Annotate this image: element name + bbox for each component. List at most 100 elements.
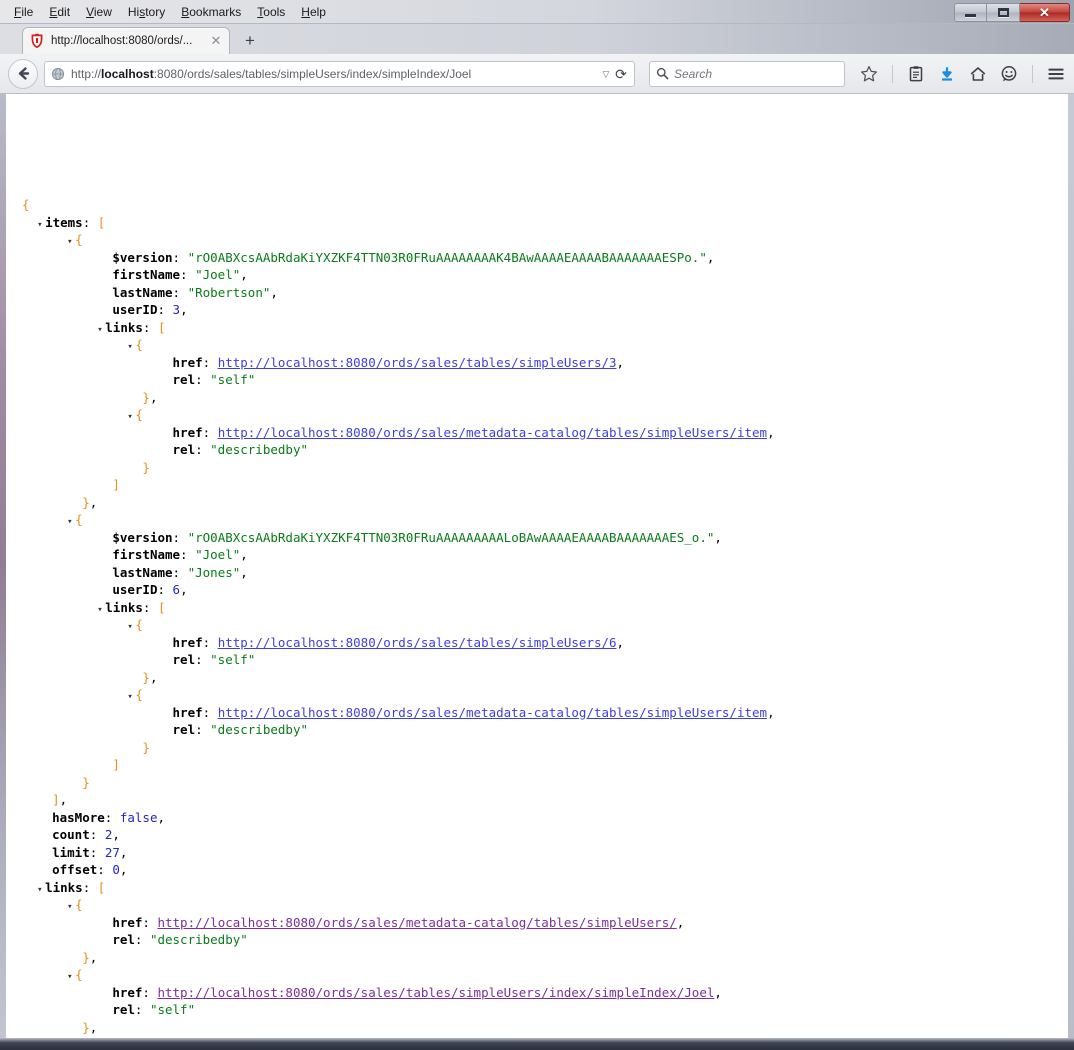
json-line: lastName: "Robertson", — [112, 284, 278, 300]
json-string-value: "describedby" — [149, 932, 248, 947]
json-bracket: { — [75, 967, 83, 982]
address-bar[interactable]: http://localhost:8080/ords/sales/tables/… — [44, 60, 635, 87]
json-key: count — [52, 827, 90, 842]
library-icon[interactable] — [906, 64, 926, 84]
json-key: href — [172, 354, 203, 370]
json-key: userID — [112, 302, 158, 317]
json-line: }, — [142, 669, 158, 685]
tab-close-icon[interactable]: ✕ — [209, 34, 223, 48]
json-line: href: http://localhost:8080/ords/sales/t… — [172, 634, 625, 650]
json-string-value: "Jones" — [187, 564, 241, 580]
json-link[interactable]: http://localhost:8080/ords/sales/metadat… — [157, 915, 676, 930]
json-line: }, — [142, 389, 158, 405]
json-bracket: { — [135, 337, 143, 352]
json-number-value: 2 — [104, 827, 113, 842]
maximize-button[interactable] — [987, 2, 1020, 22]
menu-item-file[interactable]: File — [6, 2, 41, 22]
json-line: hasMore: false, — [52, 809, 166, 825]
json-bracket: } — [142, 459, 150, 475]
json-link[interactable]: http://localhost:8080/ords/sales/tables/… — [157, 985, 714, 1000]
chat-icon[interactable] — [999, 64, 1019, 84]
json-bracket: [ — [157, 599, 166, 615]
json-key: userID — [112, 582, 158, 597]
json-line: ▾{ — [22, 966, 1068, 984]
toolbar-icon-group — [859, 64, 1066, 84]
json-bracket: [ — [157, 319, 166, 335]
menu-item-edit[interactable]: Edit — [41, 2, 78, 22]
home-icon[interactable] — [968, 64, 988, 84]
json-key: $version — [112, 529, 173, 545]
url-path: :8080/ords/sales/tables/simpleUsers/inde… — [153, 66, 472, 81]
json-line: ▾ items: [ — [22, 214, 1068, 232]
downloads-icon[interactable] — [937, 64, 957, 84]
json-bracket: } — [142, 669, 150, 685]
close-icon: ✕ — [1039, 4, 1050, 20]
json-line: rel: "self" — [172, 652, 256, 667]
json-line: ], — [52, 792, 68, 807]
json-line: ▾ links: [ — [22, 599, 1068, 617]
json-key: items — [45, 214, 83, 230]
back-button[interactable] — [8, 58, 38, 89]
menu-item-help[interactable]: Help — [293, 2, 334, 22]
close-button[interactable]: ✕ — [1020, 2, 1070, 22]
minimize-button[interactable] — [954, 2, 987, 22]
menu-item-tools[interactable]: Tools — [249, 2, 293, 22]
json-key: href — [172, 704, 203, 720]
json-string-value: "self" — [210, 652, 256, 667]
json-line: firstName: "Joel", — [112, 267, 248, 282]
hamburger-menu-icon[interactable] — [1046, 64, 1066, 84]
json-key: rel — [172, 722, 196, 737]
json-line: limit: 27, — [52, 844, 128, 860]
json-link[interactable]: http://localhost:8080/ords/sales/metadat… — [218, 705, 767, 720]
json-link[interactable]: http://localhost:8080/ords/sales/tables/… — [218, 635, 617, 650]
menu-item-bookmarks[interactable]: Bookmarks — [173, 2, 249, 22]
json-string-value: "Joel" — [195, 547, 241, 562]
json-line: ▾ links: [ — [22, 879, 1068, 897]
json-key: rel — [112, 1002, 135, 1017]
reload-icon[interactable]: ⟳ — [612, 66, 630, 82]
menu-bar: File Edit View History Bookmarks Tools H… — [6, 2, 334, 22]
json-key: links — [105, 319, 143, 335]
json-string-value: "Robertson" — [187, 284, 271, 300]
json-line: { — [22, 196, 1068, 214]
search-box[interactable]: Search — [649, 60, 845, 87]
new-tab-button[interactable]: + — [240, 31, 260, 51]
json-line: rel: "self" — [172, 372, 256, 387]
json-bracket: ] — [112, 477, 120, 492]
json-key: $version — [112, 249, 173, 265]
json-key: rel — [172, 652, 196, 667]
json-line: ] — [22, 756, 1068, 774]
tab-strip: http://localhost:8080/ords/... ✕ + — [0, 24, 1074, 54]
menu-item-view[interactable]: View — [78, 2, 120, 22]
json-line: } — [22, 739, 1068, 757]
json-string-value: "self" — [149, 1002, 196, 1017]
json-string-value: "rO0ABXcsAAbRdaKiYXZKF4TTN03R0FRuAAAAAAA… — [187, 529, 715, 545]
json-bracket: ] — [112, 757, 120, 772]
json-bracket: { — [135, 687, 143, 702]
navigation-toolbar: http://localhost:8080/ords/sales/tables/… — [0, 54, 1074, 94]
json-line: userID: 6, — [112, 582, 188, 597]
json-bracket: { — [75, 512, 83, 527]
json-string-value: "describedby" — [210, 442, 308, 457]
json-key: href — [172, 634, 203, 650]
json-bracket: { — [22, 197, 30, 212]
json-key: hasMore — [52, 809, 105, 825]
json-number-value: 3 — [172, 302, 181, 317]
url-text: http://localhost:8080/ords/sales/tables/… — [71, 67, 600, 81]
star-icon[interactable] — [859, 64, 879, 84]
url-prefix: http:// — [71, 66, 102, 81]
toolbar-separator — [892, 64, 893, 83]
json-link[interactable]: http://localhost:8080/ords/sales/tables/… — [218, 355, 617, 370]
json-line: href: http://localhost:8080/ords/sales/t… — [172, 354, 625, 370]
json-bracket: { — [75, 232, 83, 247]
json-key: href — [112, 984, 143, 1000]
json-bracket: } — [142, 739, 150, 755]
browser-tab[interactable]: http://localhost:8080/ords/... ✕ — [22, 27, 230, 54]
json-link[interactable]: http://localhost:8080/ords/sales/metadat… — [218, 425, 767, 440]
json-bracket: } — [82, 494, 90, 510]
menu-item-history[interactable]: History — [120, 2, 173, 22]
json-number-value: 27 — [104, 844, 120, 860]
url-dropdown-icon[interactable]: ▽ — [600, 68, 612, 80]
json-key: limit — [52, 844, 90, 860]
json-line: $version: "rO0ABXcsAAbRdaKiYXZKF4TTN03R0… — [112, 529, 722, 545]
